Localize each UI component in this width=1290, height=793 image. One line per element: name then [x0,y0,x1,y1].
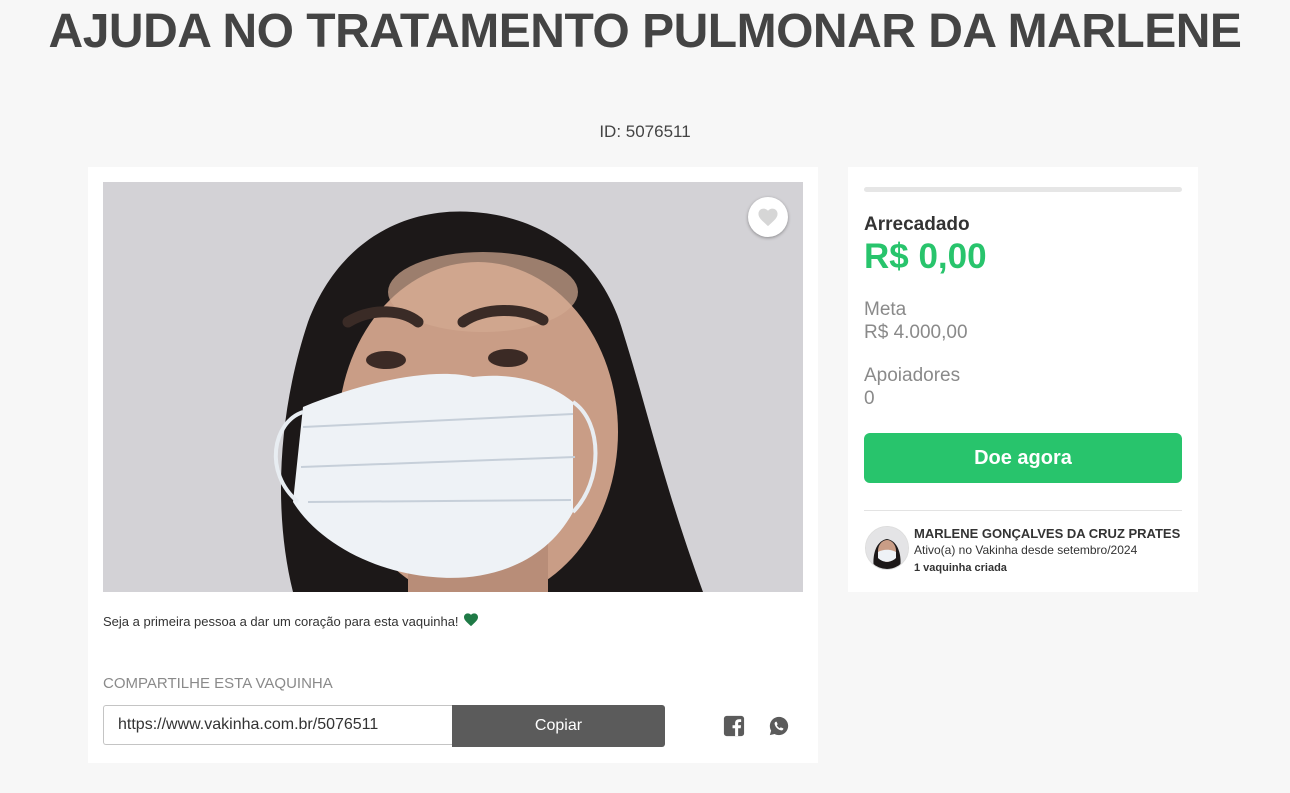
whatsapp-icon[interactable] [768,715,790,737]
facebook-icon[interactable] [723,715,745,737]
hearts-message: Seja a primeira pessoa a dar um coração … [103,613,479,629]
campaign-id: ID: 5076511 [599,122,691,141]
goal-value: R$ 4.000,00 [864,322,968,343]
supporters-label: Apoiadores [864,365,961,386]
page-title: AJUDA NO TRATAMENTO PULMONAR DA MARLENE [48,5,1242,58]
donation-card: Arrecadado R$ 0,00 Meta R$ 4.000,00 Apoi… [848,167,1198,592]
divider [864,510,1182,511]
heart-icon [758,208,778,227]
raised-value: R$ 0,00 [864,237,987,276]
donate-button[interactable]: Doe agora [864,433,1182,483]
green-heart-icon [463,613,478,627]
supporters-value: 0 [864,388,875,409]
share-title: COMPARTILHE ESTA VAQUINHA [103,675,333,692]
copy-button[interactable]: Copiar [452,705,665,747]
organizer-count: 1 vaquinha criada [914,562,1007,574]
raised-label: Arrecadado [864,214,970,235]
progress-bar [864,187,1182,192]
organizer-since: Ativo(a) no Vakinha desde setembro/2024 [914,543,1138,557]
share-url-input[interactable] [103,705,452,745]
goal-label: Meta [864,299,907,320]
favorite-button[interactable] [748,197,788,237]
hearts-text: Seja a primeira pessoa a dar um coração … [103,614,459,629]
campaign-photo [103,182,803,592]
avatar[interactable] [865,526,909,570]
share-row: Copiar [103,705,681,747]
organizer-name[interactable]: MARLENE GONÇALVES DA CRUZ PRATES [914,526,1180,541]
campaign-card: Seja a primeira pessoa a dar um coração … [88,167,818,763]
